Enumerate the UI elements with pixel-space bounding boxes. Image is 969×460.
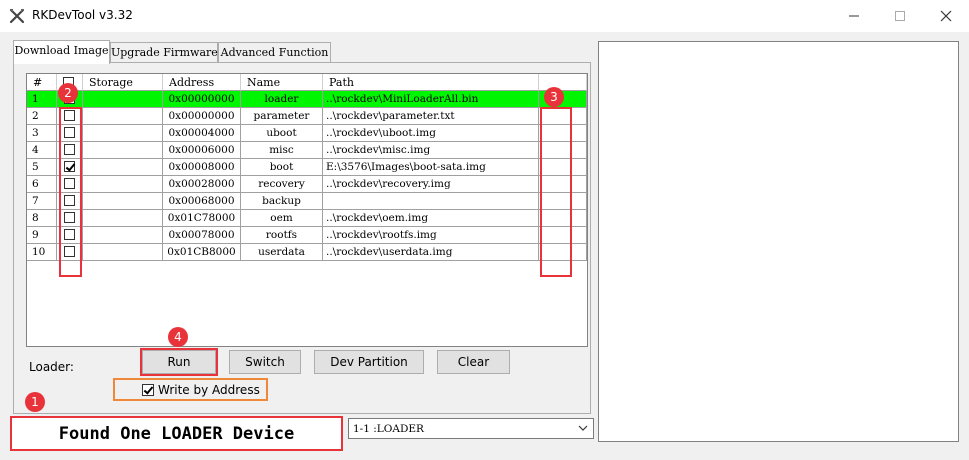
tab-download-image[interactable]: Download Image: [13, 40, 110, 64]
clear-button[interactable]: Clear: [437, 350, 510, 374]
write-by-address-label: Write by Address: [158, 383, 260, 397]
row-name: misc: [241, 142, 323, 159]
row-name: uboot: [241, 125, 323, 142]
write-by-address-option[interactable]: Write by Address: [142, 383, 260, 397]
row-path[interactable]: ..\rockdev\parameter.txt: [323, 108, 539, 125]
row-path[interactable]: ..\rockdev\MiniLoaderAll.bin: [323, 91, 539, 108]
row-address: 0x00004000: [163, 125, 241, 142]
table-row[interactable]: 3 0x00004000 uboot ..\rockdev\uboot.img: [27, 125, 587, 142]
row-address: 0x00006000: [163, 142, 241, 159]
device-status: Found One LOADER Device: [10, 416, 343, 451]
row-number: 2: [27, 108, 57, 125]
row-name: parameter: [241, 108, 323, 125]
row-path[interactable]: ..\rockdev\userdata.img: [323, 244, 539, 261]
header-storage: Storage: [83, 74, 163, 91]
row-path[interactable]: ..\rockdev\misc.img: [323, 142, 539, 159]
table-row[interactable]: 4 0x00006000 misc ..\rockdev\misc.img: [27, 142, 587, 159]
close-button[interactable]: [923, 0, 969, 32]
row-number: 1: [27, 91, 57, 108]
row-number: 8: [27, 210, 57, 227]
title-bar: RKDevTool v3.32: [0, 0, 969, 32]
row-number: 5: [27, 159, 57, 176]
header-name: Name: [241, 74, 323, 91]
row-name: rootfs: [241, 227, 323, 244]
app-icon: [9, 8, 25, 24]
table-row[interactable]: 5 0x00008000 boot E:\3576\Images\boot-sata.…: [27, 159, 587, 176]
header-path: Path: [323, 74, 539, 91]
maximize-button[interactable]: [877, 0, 923, 32]
row-path[interactable]: ..\rockdev\rootfs.img: [323, 227, 539, 244]
tab-advanced-function[interactable]: Advanced Function: [218, 42, 331, 63]
header-num: #: [27, 74, 57, 91]
table-row[interactable]: 9 0x00078000 rootfs ..\rockdev\rootfs.img: [27, 227, 587, 244]
table-row[interactable]: 10 0x01CB8000 userdata ..\rockdev\userdata.…: [27, 244, 587, 261]
row-storage: [83, 125, 163, 142]
run-button[interactable]: Run: [142, 350, 216, 374]
row-name: boot: [241, 159, 323, 176]
table-row[interactable]: 1 0x00000000 loader ..\rockdev\MiniLoaderAl…: [27, 91, 587, 108]
row-storage: [83, 193, 163, 210]
table-row[interactable]: 7 0x00068000 backup: [27, 193, 587, 210]
image-table: # Storage Address Name Path 1 0x00000000 l…: [26, 73, 588, 347]
checkmark-icon: [143, 384, 154, 395]
row-path[interactable]: ..\rockdev\uboot.img: [323, 125, 539, 142]
row-name: userdata: [241, 244, 323, 261]
row-number: 10: [27, 244, 57, 261]
chevron-down-icon: [578, 425, 588, 431]
table-row[interactable]: 6 0x00028000 recovery ..\rockdev\recovery.i…: [27, 176, 587, 193]
row-storage: [83, 210, 163, 227]
extra-column-highlight: [540, 107, 572, 277]
row-storage: [83, 159, 163, 176]
row-number: 4: [27, 142, 57, 159]
row-path[interactable]: E:\3576\Images\boot-sata.img: [323, 159, 539, 176]
table-row[interactable]: 8 0x01C78000 oem ..\rockdev\oem.img: [27, 210, 587, 227]
minimize-button[interactable]: [831, 0, 877, 32]
row-name: recovery: [241, 176, 323, 193]
annotation-badge-1: 1: [25, 392, 45, 412]
table-row[interactable]: 2 0x00000000 parameter ..\rockdev\parameter…: [27, 108, 587, 125]
tab-upgrade-firmware[interactable]: Upgrade Firmware: [110, 42, 218, 63]
row-address: 0x00000000: [163, 91, 241, 108]
row-storage: [83, 244, 163, 261]
row-address: 0x01CB8000: [163, 244, 241, 261]
row-storage: [83, 142, 163, 159]
dev-partition-button[interactable]: Dev Partition: [314, 350, 424, 374]
device-select-value: 1-1 :LOADER: [353, 423, 424, 435]
annotation-badge-2: 2: [58, 83, 78, 103]
row-address: 0x00028000: [163, 176, 241, 193]
row-name: oem: [241, 210, 323, 227]
row-path[interactable]: ..\rockdev\oem.img: [323, 210, 539, 227]
row-number: 3: [27, 125, 57, 142]
minimize-icon: [849, 15, 859, 17]
close-icon: [940, 10, 952, 22]
row-name: backup: [241, 193, 323, 210]
loader-label: Loader:: [29, 360, 74, 374]
device-select[interactable]: 1-1 :LOADER: [348, 418, 594, 439]
row-address: 0x00000000: [163, 108, 241, 125]
checkbox-column-highlight: [59, 107, 82, 277]
row-address: 0x00078000: [163, 227, 241, 244]
row-storage: [83, 91, 163, 108]
header-address: Address: [163, 74, 241, 91]
row-storage: [83, 176, 163, 193]
row-number: 7: [27, 193, 57, 210]
row-storage: [83, 108, 163, 125]
log-panel[interactable]: [598, 41, 959, 442]
row-number: 9: [27, 227, 57, 244]
row-storage: [83, 227, 163, 244]
row-address: 0x01C78000: [163, 210, 241, 227]
window-title: RKDevTool v3.32: [32, 8, 133, 22]
row-name: loader: [241, 91, 323, 108]
switch-button[interactable]: Switch: [229, 350, 301, 374]
header-extra: [539, 74, 587, 91]
row-path[interactable]: [323, 193, 539, 210]
maximize-icon: [895, 11, 905, 21]
row-address: 0x00008000: [163, 159, 241, 176]
row-address: 0x00068000: [163, 193, 241, 210]
write-by-address-checkbox[interactable]: [142, 384, 154, 396]
row-path[interactable]: ..\rockdev\recovery.img: [323, 176, 539, 193]
row-number: 6: [27, 176, 57, 193]
annotation-badge-4: 4: [168, 327, 188, 347]
annotation-badge-3: 3: [544, 87, 564, 107]
